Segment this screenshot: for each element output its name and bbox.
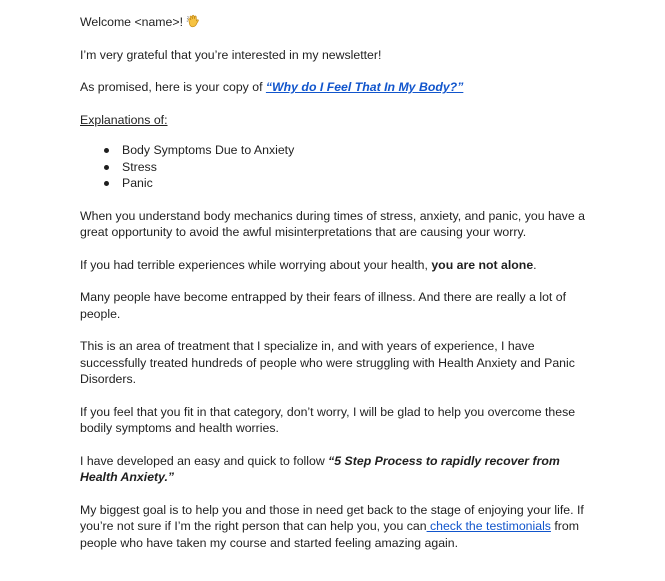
mechanics-paragraph: When you understand body mechanics durin… xyxy=(80,208,585,240)
entrapped-paragraph: Many people have become entrapped by the… xyxy=(80,290,567,321)
bullet-icon xyxy=(104,164,109,170)
goal-paragraph: My biggest goal is to help you and those… xyxy=(80,502,584,550)
not-alone-paragraph: If you had terrible experiences while wo… xyxy=(80,257,537,272)
explanations-list: Body Symptoms Due to Anxiety Stress Pani… xyxy=(80,142,600,192)
fit-in-paragraph: If you feel that you fit in that categor… xyxy=(80,404,576,436)
not-alone-emphasis: you are not alone xyxy=(431,257,534,272)
gratitude-paragraph: I’m very grateful that you’re interested… xyxy=(80,47,382,62)
bullet-icon xyxy=(104,181,109,186)
specialize-paragraph: This is an area of treatment that I spec… xyxy=(80,339,575,386)
bullet-icon xyxy=(104,148,109,153)
explanations-heading: Explanations of: xyxy=(80,112,168,127)
greeting-text: Welcome <name>! xyxy=(80,15,183,29)
book-title-link[interactable]: “Why do I Feel That In My Body?” xyxy=(266,80,463,94)
list-item: Stress xyxy=(104,159,600,176)
process-paragraph: I have developed an easy and quick to fo… xyxy=(80,453,560,485)
promise-prefix: As promised, here is your copy of xyxy=(80,80,266,94)
promise-paragraph: As promised, here is your copy of “Why d… xyxy=(80,79,600,96)
list-item: Panic xyxy=(104,175,600,192)
waving-hand-icon xyxy=(186,14,200,28)
testimonials-link[interactable]: check the testimonials xyxy=(427,519,551,533)
document-body: Welcome <name>! I’m very grateful that y… xyxy=(80,14,600,567)
greeting-line: Welcome <name>! xyxy=(80,14,600,31)
list-item: Body Symptoms Due to Anxiety xyxy=(104,142,600,159)
